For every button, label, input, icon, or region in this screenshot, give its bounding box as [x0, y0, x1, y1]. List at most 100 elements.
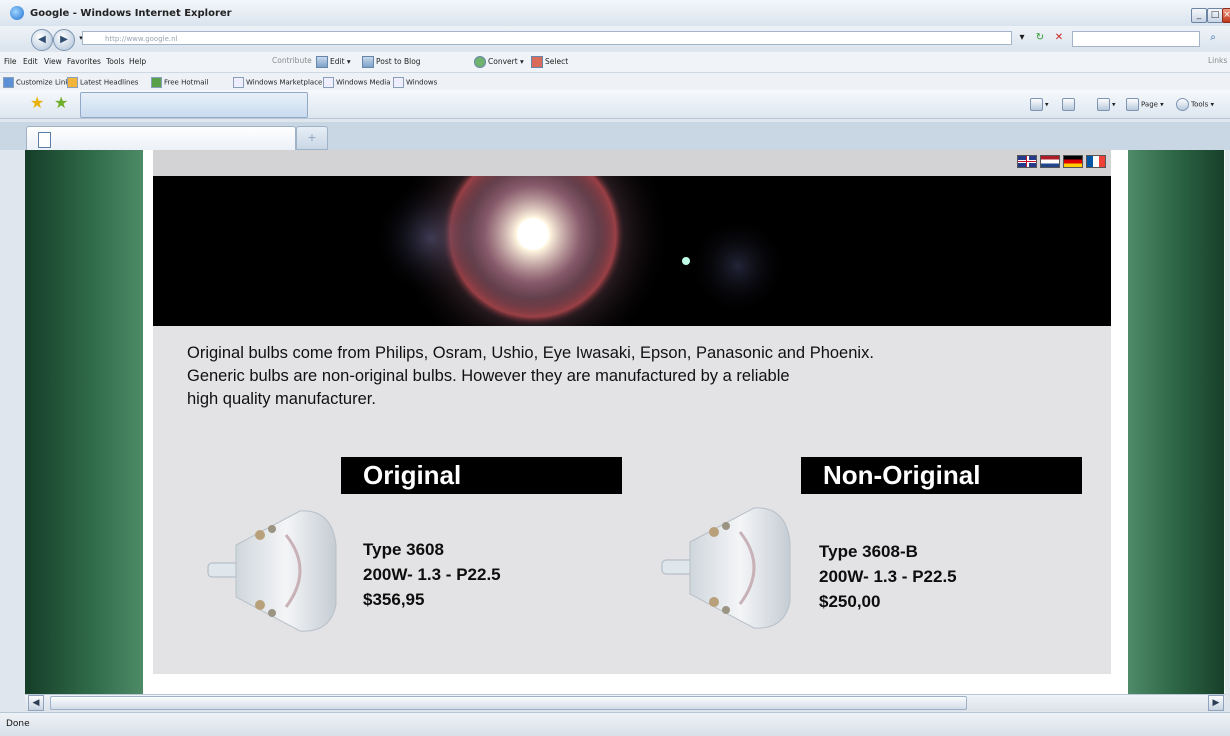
refresh-icon[interactable]: ↻ — [1033, 31, 1047, 45]
projector-lamp-icon — [207, 510, 337, 632]
scroll-left-button[interactable]: ◀ — [28, 695, 44, 711]
contribute-button[interactable]: Contribute — [272, 56, 312, 65]
window-frame — [0, 150, 25, 712]
links-bar: Customize Links Latest Headlines Free Ho… — [0, 73, 1230, 91]
original-type: Type 3608 — [363, 540, 444, 559]
search-input[interactable] — [1072, 31, 1200, 47]
window-title: Google - Windows Internet Explorer — [30, 8, 232, 19]
address-dropdown-icon[interactable]: ▾ — [1015, 31, 1029, 45]
menu-edit[interactable]: Edit — [23, 57, 38, 66]
link-label: Windows Marketplace — [246, 78, 323, 87]
link-free-hotmail[interactable]: Free Hotmail — [151, 77, 208, 88]
home-icon — [1030, 98, 1043, 111]
link-latest-headlines[interactable]: Latest Headlines — [67, 77, 138, 88]
page-background-left — [25, 150, 143, 694]
page-menu-label: Page — [1141, 100, 1158, 109]
flag-french[interactable] — [1086, 155, 1106, 168]
address-input[interactable]: http://www.google.nl — [82, 31, 1012, 45]
flag-english[interactable] — [1017, 155, 1037, 168]
select-icon — [531, 56, 543, 68]
page-icon — [1126, 98, 1139, 111]
non-original-price: $250,00 — [819, 592, 881, 611]
lamp-image-non-original — [654, 502, 794, 632]
links-label[interactable]: Links — [1208, 56, 1227, 65]
scroll-right-button[interactable]: ▶ — [1208, 695, 1224, 711]
gear-icon — [1176, 98, 1189, 111]
print-icon — [1097, 98, 1110, 111]
vertical-scrollbar[interactable] — [1225, 150, 1230, 694]
internet-explorer-icon — [10, 6, 24, 20]
convert-button[interactable]: Convert ▾ — [474, 56, 524, 68]
lens-flare-image — [373, 176, 788, 326]
feeds-button[interactable] — [1062, 98, 1077, 111]
page-menu-button[interactable]: Page ▾ — [1126, 98, 1164, 111]
original-price: $356,95 — [363, 590, 425, 609]
page-icon — [393, 77, 404, 88]
post-to-blog-label: Post to Blog — [376, 57, 421, 66]
minimize-button[interactable]: _ — [1191, 8, 1207, 23]
projector-lamp-icon — [661, 507, 791, 629]
favorites-bar[interactable] — [80, 92, 308, 118]
forward-button[interactable]: ▶ — [53, 29, 75, 51]
intro-line-2: Generic bulbs are non-original bulbs. Ho… — [187, 367, 790, 385]
link-label: Windows — [406, 78, 438, 87]
intro-line-1: Original bulbs come from Philips, Osram,… — [187, 344, 874, 362]
status-text: Done — [6, 719, 30, 729]
link-windows-media[interactable]: Windows Media — [323, 77, 391, 88]
back-button[interactable]: ◀ — [31, 29, 53, 51]
lamp-image-original — [200, 505, 340, 635]
link-customize-links[interactable]: Customize Links — [3, 77, 73, 88]
menu-file[interactable]: File — [4, 57, 17, 66]
original-heading: Original — [341, 457, 622, 494]
language-bar — [153, 150, 1111, 176]
add-favorites-icon[interactable]: ★ — [54, 95, 68, 111]
link-label: Latest Headlines — [80, 78, 139, 87]
tools-menu-button[interactable]: Tools ▾ — [1176, 98, 1214, 111]
page-background-right — [1128, 150, 1224, 694]
non-original-type: Type 3608-B — [819, 542, 918, 561]
edit-icon — [316, 56, 328, 68]
menu-favorites[interactable]: Favorites — [67, 57, 101, 66]
post-to-blog-button[interactable]: Post to Blog — [362, 56, 421, 68]
maximize-button[interactable]: □ — [1207, 8, 1223, 23]
page-icon — [3, 77, 14, 88]
favorites-center-icon[interactable]: ★ — [30, 95, 44, 111]
stop-icon[interactable]: ✕ — [1052, 31, 1066, 45]
title-bar: Google - Windows Internet Explorer _ □ × — [0, 0, 1230, 27]
lens-flare-banner — [153, 176, 1111, 326]
status-bar: Done — [0, 712, 1230, 736]
menu-view[interactable]: View — [44, 57, 62, 66]
flag-dutch[interactable] — [1040, 155, 1060, 168]
menu-bar: File Edit View Favorites Tools Help Cont… — [0, 52, 1230, 73]
edit-toolbar-button[interactable]: Edit ▾ — [316, 56, 351, 68]
tab-current[interactable] — [26, 126, 296, 151]
flag-german[interactable] — [1063, 155, 1083, 168]
link-label: Free Hotmail — [164, 78, 209, 87]
menu-tools[interactable]: Tools — [106, 57, 124, 66]
home-button[interactable]: ▾ — [1030, 98, 1049, 111]
original-spec: 200W- 1.3 - P22.5 — [363, 565, 501, 584]
link-windows[interactable]: Windows — [393, 77, 437, 88]
page-icon — [323, 77, 334, 88]
blog-icon — [362, 56, 374, 68]
link-windows-marketplace[interactable]: Windows Marketplace — [233, 77, 322, 88]
menu-help[interactable]: Help — [129, 57, 146, 66]
new-tab-button[interactable]: + — [296, 126, 328, 150]
page-icon — [233, 77, 244, 88]
search-icon[interactable]: ⌕ — [1206, 31, 1220, 45]
non-original-heading: Non-Original — [801, 457, 1082, 494]
convert-icon — [474, 56, 486, 68]
print-button[interactable]: ▾ — [1097, 98, 1116, 111]
rss-icon — [1062, 98, 1075, 111]
non-original-spec: 200W- 1.3 - P22.5 — [819, 567, 957, 586]
tools-menu-label: Tools — [1191, 100, 1209, 109]
edit-label: Edit — [330, 57, 345, 66]
feed-icon — [67, 77, 78, 88]
link-label: Windows Media — [336, 78, 391, 87]
close-button[interactable]: × — [1222, 8, 1230, 23]
convert-label: Convert — [488, 57, 518, 66]
select-label: Select — [545, 57, 569, 66]
intro-line-3: high quality manufacturer. — [187, 390, 376, 408]
horizontal-scroll-thumb[interactable] — [50, 696, 967, 710]
select-button[interactable]: Select — [531, 56, 568, 68]
